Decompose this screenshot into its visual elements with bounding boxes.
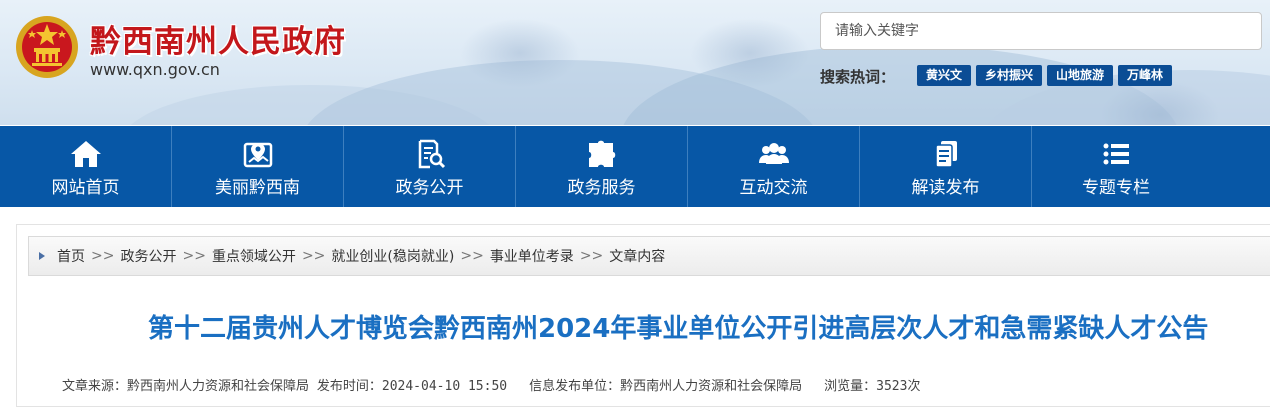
breadcrumb-link[interactable]: 政务公开 xyxy=(120,246,176,266)
hot-search-tags: 黄兴文 乡村振兴 山地旅游 万峰林 xyxy=(917,65,1173,86)
documents-icon xyxy=(929,139,963,169)
nav-item-interpretation[interactable]: 解读发布 xyxy=(860,126,1032,207)
breadcrumb-link[interactable]: 事业单位考录 xyxy=(490,246,574,266)
publish-time-label: 发布时间： xyxy=(316,379,382,394)
nav-label: 互动交流 xyxy=(739,178,808,198)
nav-item-gov-services[interactable]: 政务服务 xyxy=(516,126,688,207)
views-label: 浏览量： xyxy=(824,379,877,394)
breadcrumb-separator: >> xyxy=(460,248,484,264)
nav-label: 专题专栏 xyxy=(1082,178,1150,198)
nav-label: 政务服务 xyxy=(567,178,636,198)
publisher-value: 黔西南州人力资源和社会保障局 xyxy=(620,379,803,394)
breadcrumb: 首页 >> 政务公开 >> 重点领域公开 >> 就业创业(稳岗就业) >> 事业… xyxy=(28,236,1270,276)
views-value: 3523次 xyxy=(876,379,921,394)
nav-item-beautiful-qxn[interactable]: 美丽黔西南 xyxy=(172,126,344,207)
header-background-tree xyxy=(690,18,810,88)
nav-label: 解读发布 xyxy=(911,178,980,198)
nav-item-home[interactable]: 网站首页 xyxy=(0,126,172,207)
puzzle-icon xyxy=(585,139,619,169)
source-label: 文章来源： xyxy=(62,379,128,394)
site-url: www.qxn.gov.cn xyxy=(90,60,220,79)
breadcrumb-arrow-icon xyxy=(39,252,45,260)
hot-tag[interactable]: 万峰林 xyxy=(1118,65,1173,86)
hot-tag[interactable]: 山地旅游 xyxy=(1047,65,1114,86)
main-nav: 网站首页 美丽黔西南 政务公开 政务服务 互动交流 解读发布 专题专栏 xyxy=(0,126,1270,207)
hot-tag[interactable]: 黄兴文 xyxy=(917,65,972,86)
nav-item-interaction[interactable]: 互动交流 xyxy=(688,126,860,207)
article-meta: 文章来源：黔西南州人力资源和社会保障局 发布时间：2024-04-10 15:5… xyxy=(62,375,920,394)
publisher-label: 信息发布单位： xyxy=(529,379,621,394)
site-header: 黔西南州人民政府 www.qxn.gov.cn 搜索热词： 黄兴文 乡村振兴 山… xyxy=(0,0,1270,125)
search-input[interactable] xyxy=(820,12,1262,50)
breadcrumb-link[interactable]: 重点领域公开 xyxy=(212,246,296,266)
nav-label: 政务公开 xyxy=(395,178,464,198)
breadcrumb-current: 文章内容 xyxy=(609,249,666,265)
breadcrumb-separator: >> xyxy=(579,248,604,264)
nav-label: 美丽黔西南 xyxy=(215,178,300,198)
breadcrumb-link[interactable]: 就业创业(稳岗就业) xyxy=(331,246,454,266)
header-background-tree xyxy=(460,18,580,88)
hot-tag[interactable]: 乡村振兴 xyxy=(976,65,1043,86)
article-title: 第十二届贵州人才博览会黔西南州2024年事业单位公开引进高层次人才和急需紧缺人才… xyxy=(148,314,1209,344)
map-pin-icon xyxy=(241,139,275,169)
home-icon xyxy=(69,139,103,169)
source-value: 黔西南州人力资源和社会保障局 xyxy=(127,379,310,394)
nav-item-special-topics[interactable]: 专题专栏 xyxy=(1032,126,1200,207)
breadcrumb-separator: >> xyxy=(182,248,206,264)
national-emblem-icon[interactable] xyxy=(14,14,80,80)
breadcrumb-separator: >> xyxy=(91,248,115,264)
header-background-tree xyxy=(1100,80,1220,125)
hot-search-label: 搜索热词： xyxy=(820,68,896,86)
nav-label: 网站首页 xyxy=(51,178,120,198)
document-search-icon xyxy=(413,139,447,169)
users-icon xyxy=(757,139,791,169)
publish-time-value: 2024-04-10 15:50 xyxy=(381,379,508,394)
breadcrumb-separator: >> xyxy=(301,248,326,264)
list-icon xyxy=(1099,139,1133,169)
site-title[interactable]: 黔西南州人民政府 xyxy=(90,16,346,61)
breadcrumb-link-home[interactable]: 首页 xyxy=(57,246,85,266)
nav-item-gov-affairs-open[interactable]: 政务公开 xyxy=(344,126,516,207)
